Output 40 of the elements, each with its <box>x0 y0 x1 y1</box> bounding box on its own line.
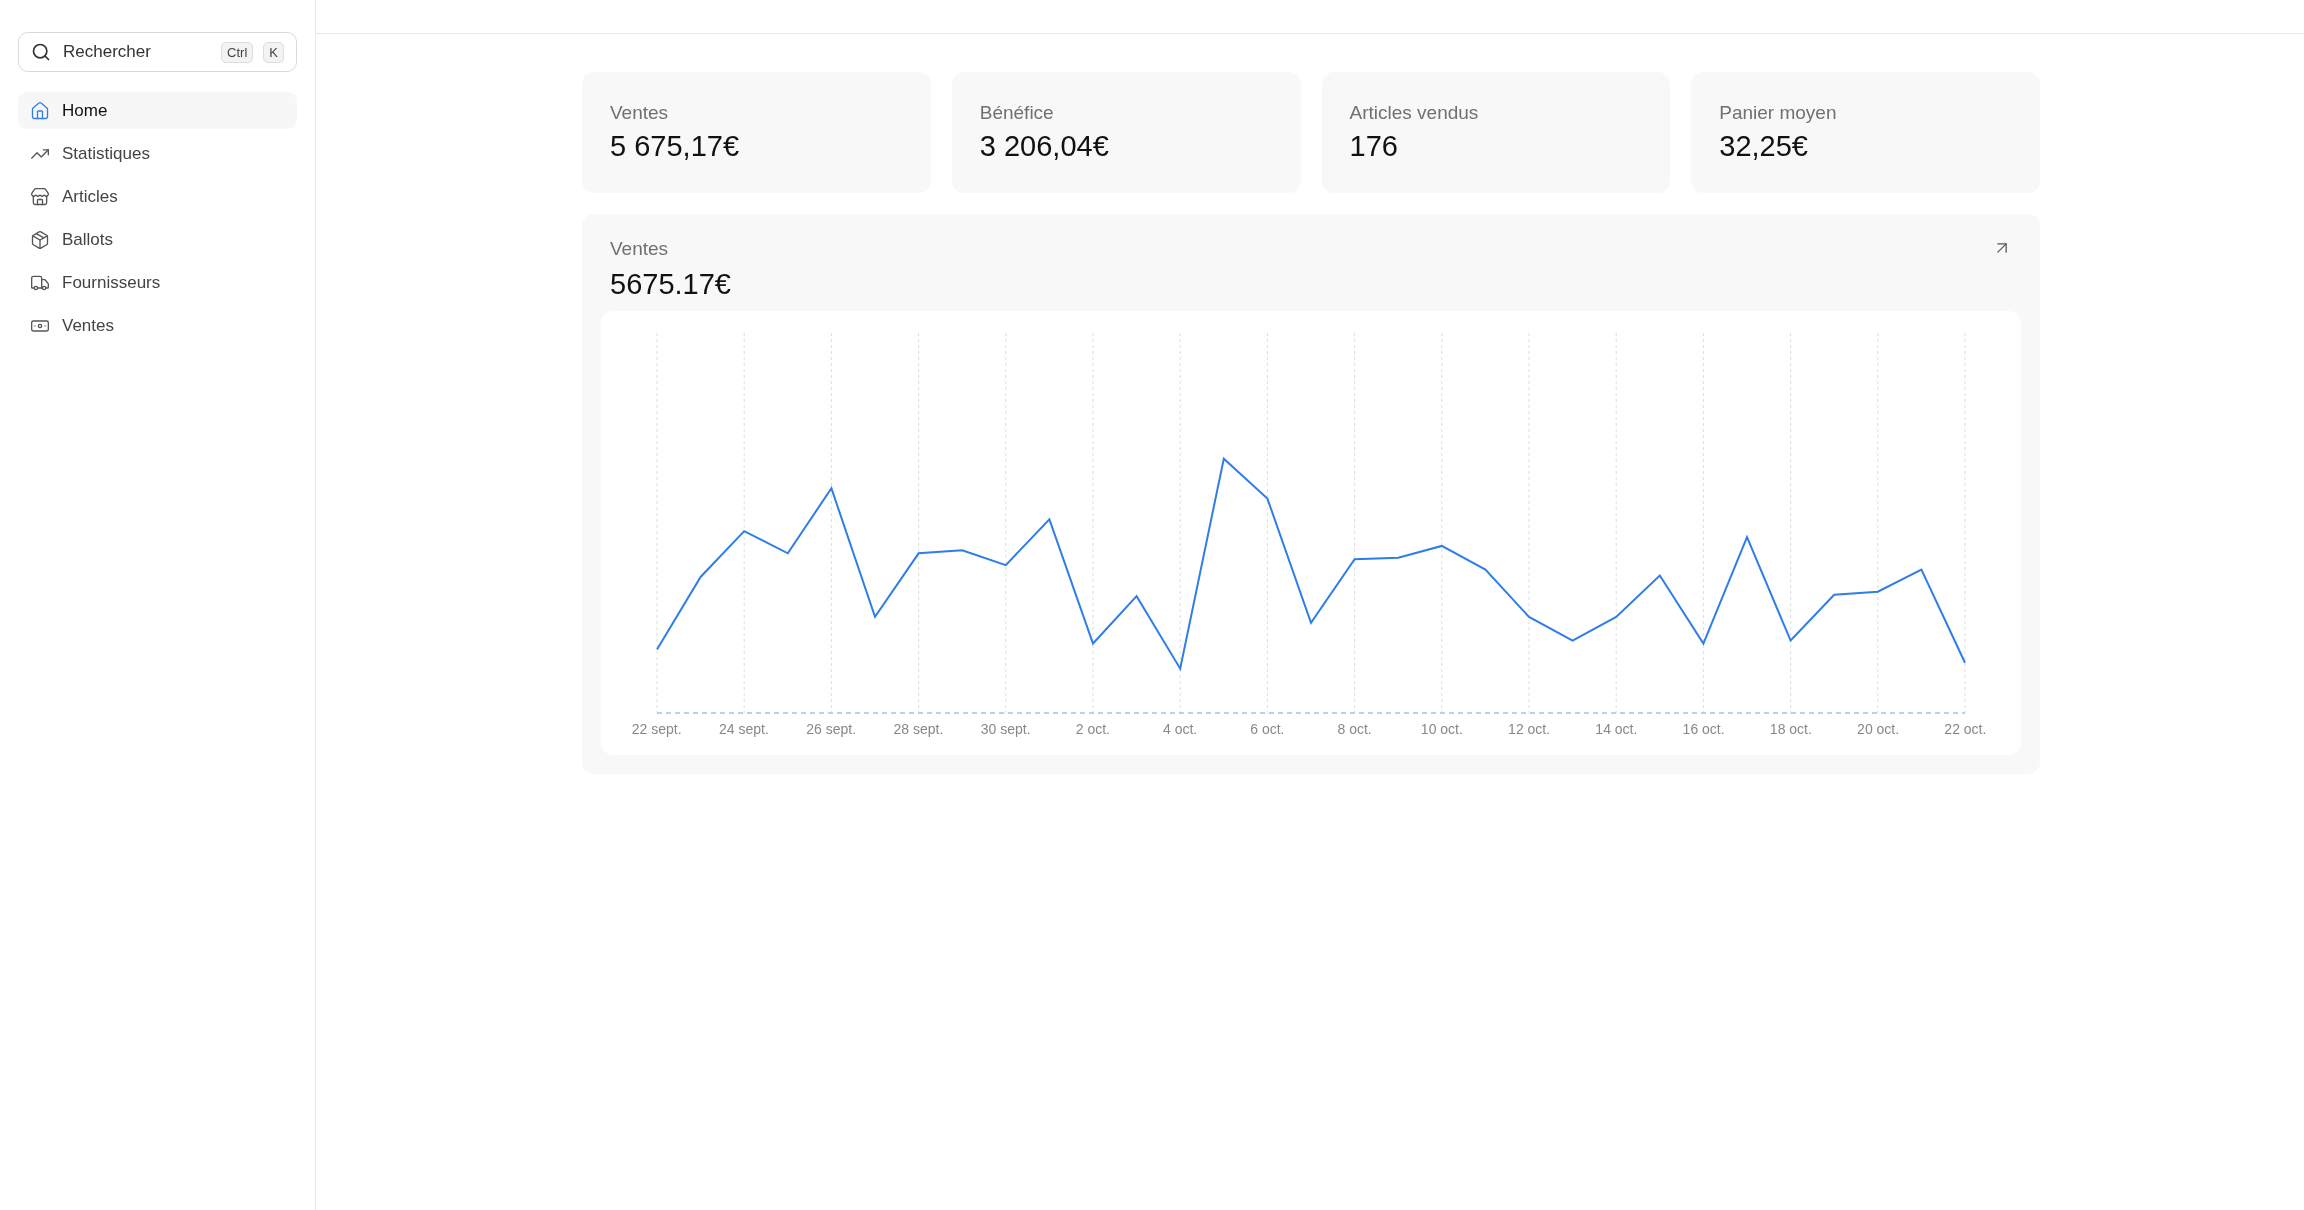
sidebar-item[interactable]: Home <box>18 92 297 129</box>
box-icon <box>30 229 50 250</box>
search-bar[interactable]: Rechercher Ctrl K <box>18 32 297 72</box>
stat-value: 32,25€ <box>1719 130 1809 163</box>
stat-value: 3 206,04€ <box>979 130 1110 163</box>
axis-label: 28 sept. <box>892 721 945 737</box>
axis-label: 6 oct. <box>1249 721 1286 737</box>
sidebar-item[interactable]: Statistiques <box>18 135 297 172</box>
stat-label: Ventes <box>610 102 670 124</box>
axis-label: 4 oct. <box>1162 721 1199 737</box>
sidebar-item[interactable]: Ballots <box>18 221 297 258</box>
axis-label: 30 sept. <box>979 721 1032 737</box>
sidebar-item[interactable]: Ventes <box>18 307 297 344</box>
stat-value: 5 675,17€ <box>610 130 740 163</box>
stat-label: Bénéfice <box>979 102 1055 124</box>
sidebar-item[interactable]: Fournisseurs <box>18 264 297 301</box>
axis-label: 24 sept. <box>717 721 770 737</box>
axis-label: 20 oct. <box>1856 721 1901 737</box>
chart-total: 5675.17€ <box>610 268 731 301</box>
axis-label: 10 oct. <box>1419 721 1464 737</box>
axis-label: 16 oct. <box>1681 721 1726 737</box>
stat-label: Panier moyen <box>1719 102 1838 124</box>
axis-label: 8 oct. <box>1336 721 1373 737</box>
axis-label: 14 oct. <box>1594 721 1639 737</box>
shortcut-key: K <box>263 41 284 63</box>
axis-label: 2 oct. <box>1074 721 1111 737</box>
chart-title: Ventes <box>610 238 670 260</box>
axis-label: 18 oct. <box>1768 721 1813 737</box>
house-icon <box>30 100 50 121</box>
axis-label: 12 oct. <box>1507 721 1552 737</box>
search-field[interactable]: Rechercher <box>61 41 212 63</box>
shortcut-key: Ctrl <box>221 41 254 63</box>
stat-label: Articles vendus <box>1349 102 1480 124</box>
sidebar-item[interactable]: Articles <box>18 178 297 215</box>
axis-label: 22 oct. <box>1943 721 1988 737</box>
axis-label: 26 sept. <box>805 721 858 737</box>
stat-value: 176 <box>1349 130 1399 163</box>
axis-label: 22 sept. <box>630 721 683 737</box>
search-icon <box>31 42 51 62</box>
store-icon <box>30 186 50 207</box>
